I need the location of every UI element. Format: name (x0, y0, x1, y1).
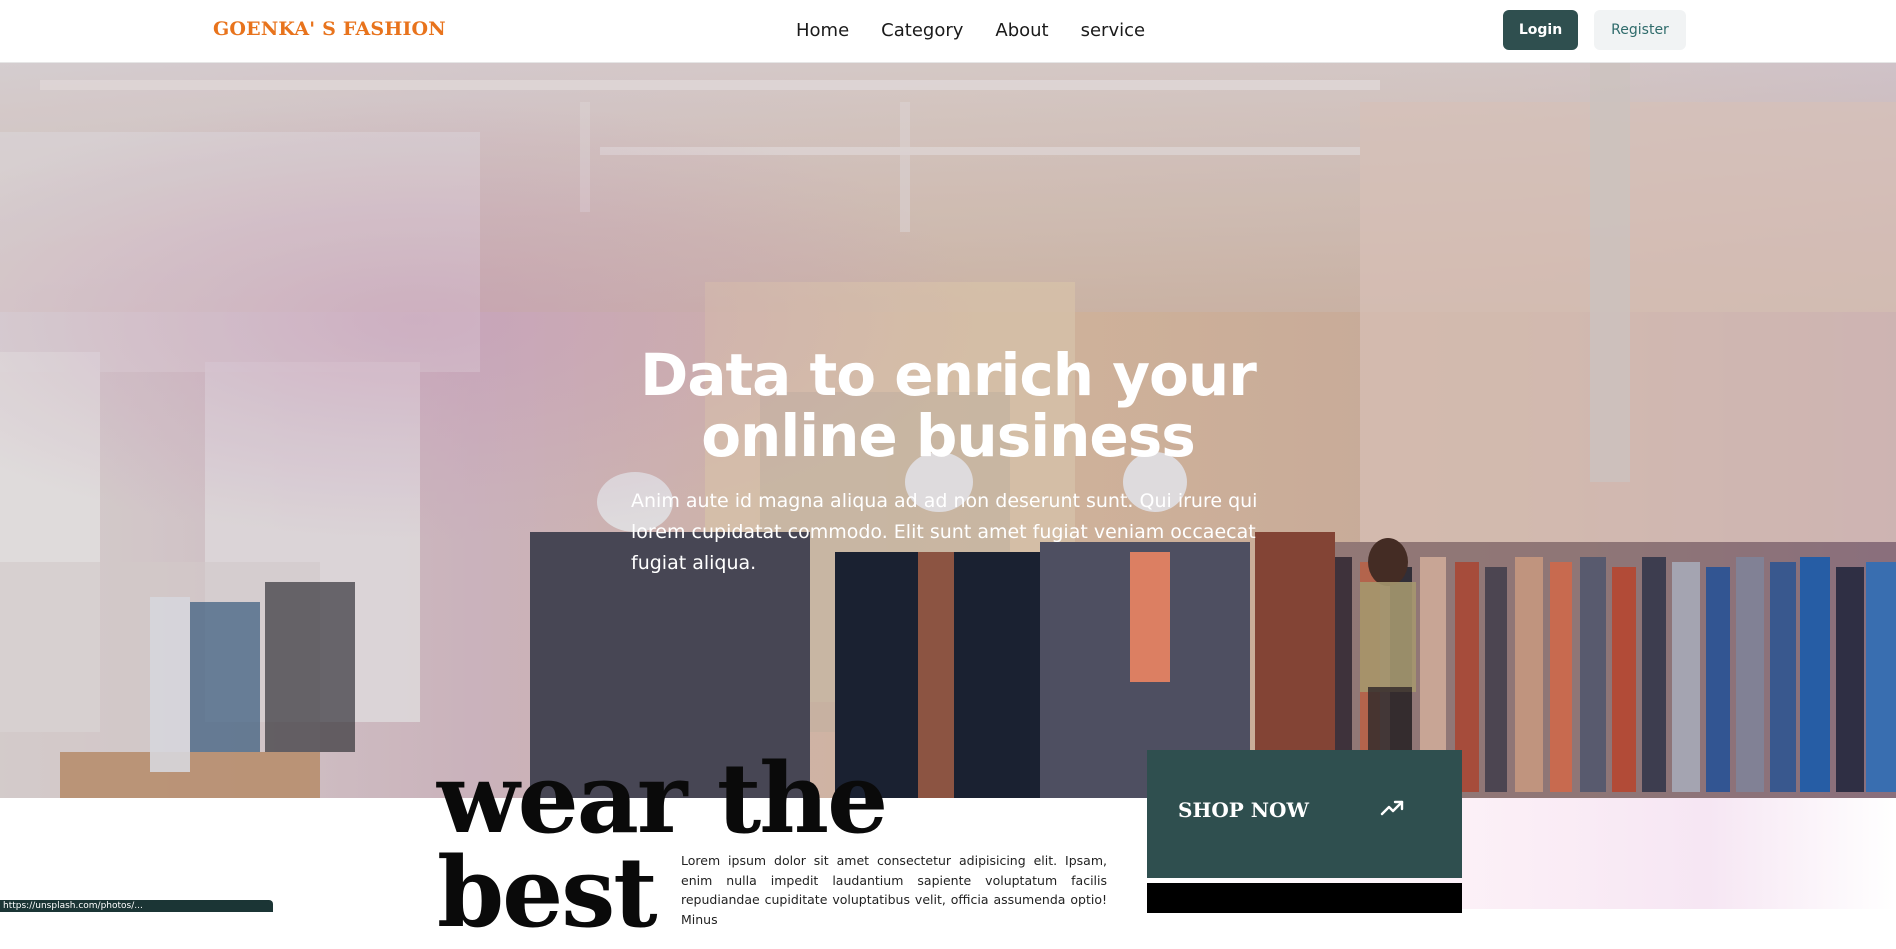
status-bar-url: https://unsplash.com/photos/... (0, 900, 273, 912)
section-heading-line-1: wear the (437, 742, 888, 855)
hero-title-line-1: Data to enrich your (640, 341, 1257, 409)
section-body-text: Lorem ipsum dolor sit amet consectetur a… (681, 853, 1107, 927)
nav-service-link[interactable]: service (1081, 20, 1145, 41)
hero-title: Data to enrich your online business (0, 345, 1896, 467)
navbar: GOENKA' S FASHION Home Category About se… (0, 0, 1896, 63)
trending-up-icon (1380, 798, 1406, 822)
shop-now-button[interactable]: SHOP NOW (1147, 750, 1462, 878)
nav-about-link[interactable]: About (995, 20, 1048, 41)
nav-category-link[interactable]: Category (881, 20, 963, 41)
nav-home-link[interactable]: Home (796, 20, 849, 41)
hero-subtitle: Anim aute id magna aliqua ad ad non dese… (631, 490, 1258, 574)
hero-title-line-2: online business (701, 402, 1196, 470)
brand-logo[interactable]: GOENKA' S FASHION (213, 18, 446, 40)
register-button[interactable]: Register (1594, 10, 1686, 50)
shop-now-label: SHOP NOW (1178, 798, 1309, 822)
login-button[interactable]: Login (1503, 10, 1578, 50)
hero-banner: Data to enrich your online business Anim… (0, 62, 1896, 798)
main-menu: Home Category About service (796, 20, 1145, 41)
